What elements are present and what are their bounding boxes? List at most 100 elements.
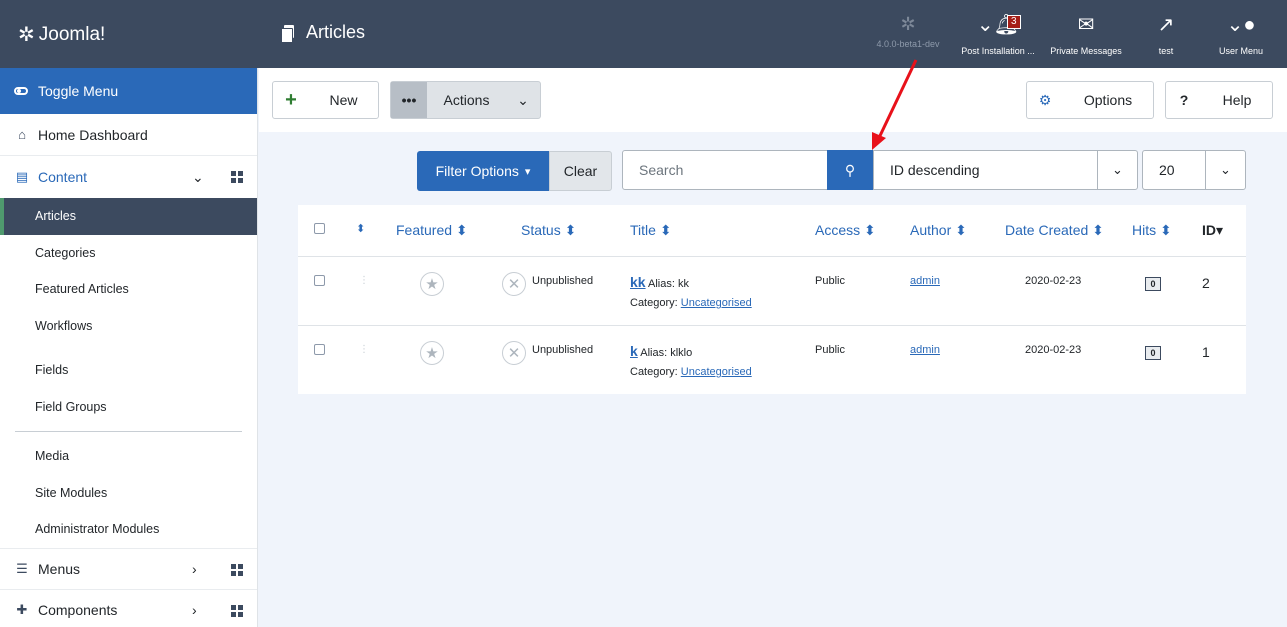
sidebar-item-site-modules[interactable]: Site Modules <box>0 475 257 512</box>
limit-select[interactable]: 20 ⌄ <box>1142 150 1246 190</box>
featured-toggle-star-icon[interactable]: ★ <box>420 341 444 365</box>
home-dashboard-label: Home Dashboard <box>38 126 148 143</box>
options-button[interactable]: ⚙ Options <box>1026 81 1154 119</box>
toolbar: + New ••• Actions ⌄ ⚙ Options ? Help <box>259 68 1287 132</box>
toggle-menu-button[interactable]: Toggle Menu <box>0 68 257 114</box>
toggle-menu-label: Toggle Menu <box>38 83 119 99</box>
article-title-link[interactable]: kk <box>630 274 646 290</box>
sidebar-item-fields[interactable]: Fields <box>0 352 257 389</box>
category-label: Category: <box>630 366 678 378</box>
unpublished-status-icon[interactable]: ✕ <box>502 272 526 296</box>
sidebar-item-field-groups[interactable]: Field Groups <box>0 389 257 426</box>
sidebar-item-menus[interactable]: ☰ Menus › <box>0 547 257 590</box>
sort-value: ID descending <box>890 162 980 178</box>
table-row: ⋮ ★ ✕ Unpublished k Alias: klklo Categor… <box>298 325 1246 394</box>
dashboard-grid-icon[interactable] <box>231 563 243 576</box>
post-installation-button[interactable]: ⌄🔔︎ 3 Post Installation ... <box>960 14 1036 56</box>
sidebar-item-categories[interactable]: Categories <box>0 235 257 272</box>
select-all-checkbox[interactable] <box>314 223 325 234</box>
top-header: ✲ Joomla! Articles ✲ 4.0.0-beta1-dev ⌄🔔︎… <box>0 0 1287 68</box>
sidebar-item-components[interactable]: ✚ Components › <box>0 590 257 627</box>
options-label: Options <box>1083 92 1133 108</box>
user-menu-button[interactable]: ⌄● User Menu <box>1212 14 1270 56</box>
chevron-down-icon: ⌄ <box>517 91 529 108</box>
column-access[interactable]: Access ⬍ <box>815 222 876 239</box>
new-button[interactable]: + New <box>272 81 379 119</box>
sidebar-item-featured-articles[interactable]: Featured Articles <box>0 271 257 308</box>
user-icon: ⌄● <box>1226 14 1256 36</box>
access-header-label: Access <box>815 222 861 238</box>
author-link[interactable]: admin <box>910 344 940 356</box>
sidebar-item-articles[interactable]: Articles <box>0 198 257 235</box>
dashboard-grid-icon[interactable] <box>231 604 243 617</box>
row-checkbox[interactable] <box>314 344 325 355</box>
help-label: Help <box>1222 92 1252 108</box>
column-featured[interactable]: Featured ⬍ <box>396 222 468 239</box>
drag-handle-icon[interactable]: ⋮ <box>359 345 369 355</box>
filter-options-label: Filter Options <box>435 163 519 179</box>
author-link[interactable]: admin <box>910 275 940 287</box>
annotation-arrow-head <box>872 132 886 150</box>
unpublished-status-icon[interactable]: ✕ <box>502 341 526 365</box>
column-hits[interactable]: Hits ⬍ <box>1132 222 1172 239</box>
search-input[interactable]: Search <box>622 150 828 190</box>
sidebar-item-media[interactable]: Media <box>0 438 257 475</box>
private-messages-button[interactable]: ✉ Private Messages <box>1050 14 1122 56</box>
sidebar-item-workflows[interactable]: Workflows <box>0 308 257 345</box>
dashboard-grid-icon[interactable] <box>231 171 243 183</box>
featured-header-label: Featured <box>396 222 453 238</box>
column-id[interactable]: ID▾ <box>1202 222 1223 239</box>
filter-options-button[interactable]: Filter Options ▾ <box>417 151 549 191</box>
joomla-logo[interactable]: ✲ Joomla! <box>18 22 105 47</box>
hits-badge: 0 <box>1145 346 1161 360</box>
date-created-text: 2020-02-23 <box>1025 275 1082 287</box>
joomla-version-icon: ✲ <box>900 14 916 34</box>
column-author[interactable]: Author ⬍ <box>910 222 967 239</box>
puzzle-icon: ✚ <box>16 602 28 617</box>
chevron-down-icon: ⌄ <box>192 168 204 185</box>
components-label: Components <box>38 602 118 618</box>
version-text: 4.0.0-beta1-dev <box>876 39 940 49</box>
drag-handle-icon[interactable]: ⋮ <box>359 276 369 286</box>
bell-icon: ⌄🔔︎ <box>976 14 1020 36</box>
sidebar-item-content[interactable]: ▤ Content ⌄ <box>0 156 257 198</box>
ordering-sort-icon[interactable]: ⬍ <box>356 222 365 235</box>
row-checkbox[interactable] <box>314 275 325 286</box>
caret-down-icon: ▾ <box>524 165 531 178</box>
search-button[interactable]: ⚲ <box>827 150 873 190</box>
page-title-text: Articles <box>306 22 366 42</box>
sidebar-item-administrator-modules[interactable]: Administrator Modules <box>0 511 257 548</box>
column-status[interactable]: Status ⬍ <box>521 222 576 239</box>
sort-select[interactable]: ID descending ⌄ <box>873 150 1138 190</box>
alias-text: Alias: kk <box>648 278 689 290</box>
category-link[interactable]: Uncategorised <box>681 297 752 309</box>
content-label: Content <box>38 169 88 185</box>
featured-toggle-star-icon[interactable]: ★ <box>420 272 444 296</box>
article-title-link[interactable]: k <box>630 343 638 359</box>
id-text: 1 <box>1202 344 1210 360</box>
logo-text: Joomla! <box>38 23 106 45</box>
access-text: Public <box>815 275 845 287</box>
category-link[interactable]: Uncategorised <box>681 366 752 378</box>
view-site-button[interactable]: ↗ test <box>1148 14 1184 56</box>
category-label: Category: <box>630 297 678 309</box>
id-header-label: ID <box>1202 222 1216 238</box>
version-info: ✲ 4.0.0-beta1-dev <box>872 14 944 49</box>
notification-count-badge: 3 <box>1007 15 1021 29</box>
clear-button[interactable]: Clear <box>549 151 612 191</box>
alias-text: Alias: klklo <box>640 347 693 359</box>
table-row: ⋮ ★ ✕ Unpublished kk Alias: kk Category:… <box>298 256 1246 325</box>
help-button[interactable]: ? Help <box>1165 81 1273 119</box>
new-label: New <box>329 92 358 108</box>
column-title[interactable]: Title ⬍ <box>630 222 672 239</box>
sidebar-divider <box>15 431 242 432</box>
access-text: Public <box>815 344 845 356</box>
actions-dropdown[interactable]: ••• Actions ⌄ <box>390 81 541 119</box>
search-icon: ⚲ <box>844 161 856 178</box>
page-title: Articles <box>281 22 365 43</box>
view-site-label: test <box>1158 46 1174 56</box>
sidebar-item-home-dashboard[interactable]: ⌂ Home Dashboard <box>0 114 257 156</box>
external-link-icon: ↗ <box>1157 14 1175 36</box>
column-date-created[interactable]: Date Created ⬍ <box>1005 222 1104 239</box>
chevron-down-icon: ⌄ <box>1205 151 1245 189</box>
